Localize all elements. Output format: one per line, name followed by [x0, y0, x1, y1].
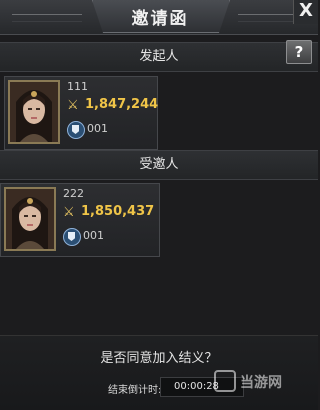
invitee-portrait [4, 187, 56, 251]
initiator-power: 1,847,244 [85, 97, 159, 112]
crossed-swords-icon: ⚔ [63, 205, 75, 220]
close-button[interactable]: X [293, 0, 318, 24]
initiator-card[interactable]: 111 ⚔ 1,847,244 001 [4, 76, 158, 150]
window-title: 邀请函 [131, 9, 189, 29]
watermark-logo-icon [214, 370, 236, 392]
invitee-name: 222 [63, 187, 84, 200]
title-ornament-left [12, 14, 82, 22]
crossed-swords-icon: ⚔ [67, 98, 79, 113]
initiator-header: 发起人 [0, 42, 318, 72]
initiator-guild: 001 [87, 122, 108, 135]
initiator-portrait [8, 80, 60, 144]
invitee-guild: 001 [83, 229, 104, 242]
invitee-header: 受邀人 [0, 150, 318, 180]
initiator-name: 111 [67, 80, 88, 93]
guild-banner-icon [63, 228, 81, 246]
help-button[interactable]: ? [286, 40, 312, 64]
join-question: 是否同意加入结义？ [100, 351, 218, 366]
title-bar: 邀请函 X [0, 0, 318, 35]
countdown-value: 00:00:28 [174, 381, 219, 392]
watermark-text: 当游网 [240, 375, 282, 391]
guild-banner-icon [67, 121, 85, 139]
invitee-power: 1,850,437 [81, 204, 155, 219]
invitee-card[interactable]: 222 ⚔ 1,850,437 001 [0, 183, 160, 257]
countdown-label: 结束倒计时: [108, 385, 162, 396]
